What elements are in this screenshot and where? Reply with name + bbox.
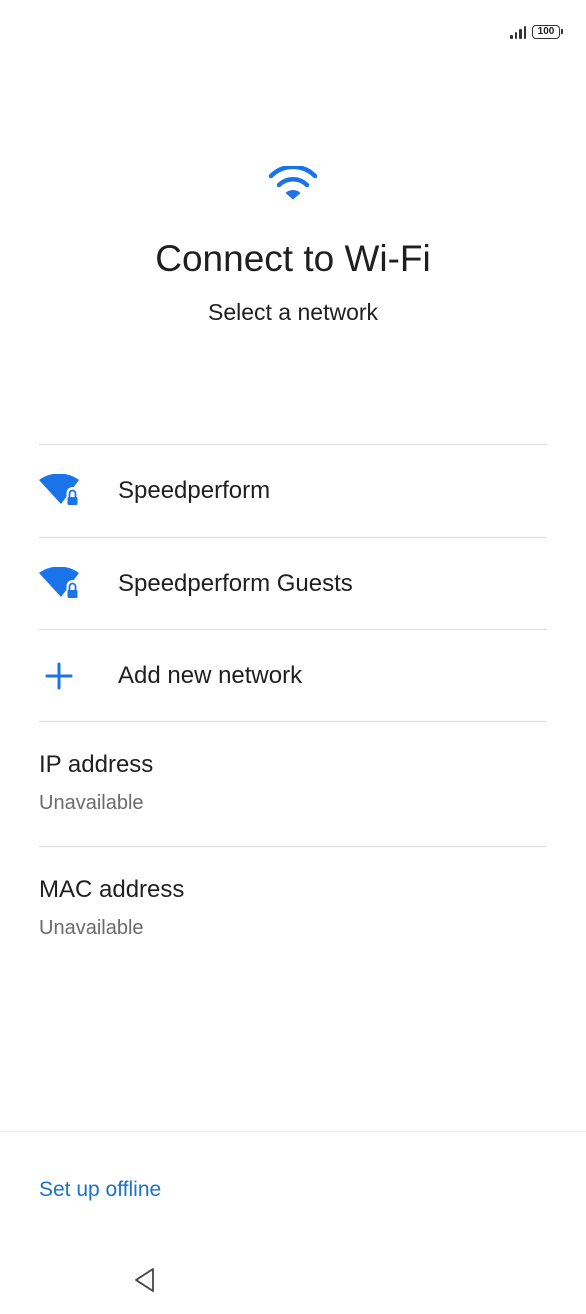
back-triangle-icon[interactable] [132, 1266, 158, 1294]
network-item-speedperform[interactable]: Speedperform [39, 445, 547, 537]
plus-icon [45, 662, 73, 690]
add-network-label: Add new network [118, 662, 303, 689]
divider [39, 721, 547, 722]
page-title: Connect to Wi-Fi [155, 238, 431, 279]
footer-divider [0, 1131, 586, 1132]
add-network-button[interactable]: Add new network [39, 630, 547, 722]
divider [39, 846, 547, 847]
network-name: Speedperform [118, 477, 271, 504]
mac-address-label: MAC address [39, 876, 185, 903]
battery-level: 100 [537, 26, 555, 37]
ip-address-value: Unavailable [39, 792, 144, 814]
status-bar: 100 [510, 22, 563, 42]
wifi-icon [268, 166, 318, 200]
network-name: Speedperform Guests [118, 570, 353, 597]
wifi-lock-icon [39, 567, 79, 599]
signal-strength-icon [510, 25, 526, 39]
ip-address-label: IP address [39, 751, 154, 778]
battery-icon: 100 [532, 25, 563, 39]
set-up-offline-button[interactable]: Set up offline [39, 1178, 161, 1202]
page-subtitle: Select a network [207, 299, 379, 325]
mac-address-value: Unavailable [39, 917, 144, 939]
network-item-speedperform-guests[interactable]: Speedperform Guests [39, 538, 547, 630]
wifi-lock-icon [39, 474, 79, 506]
